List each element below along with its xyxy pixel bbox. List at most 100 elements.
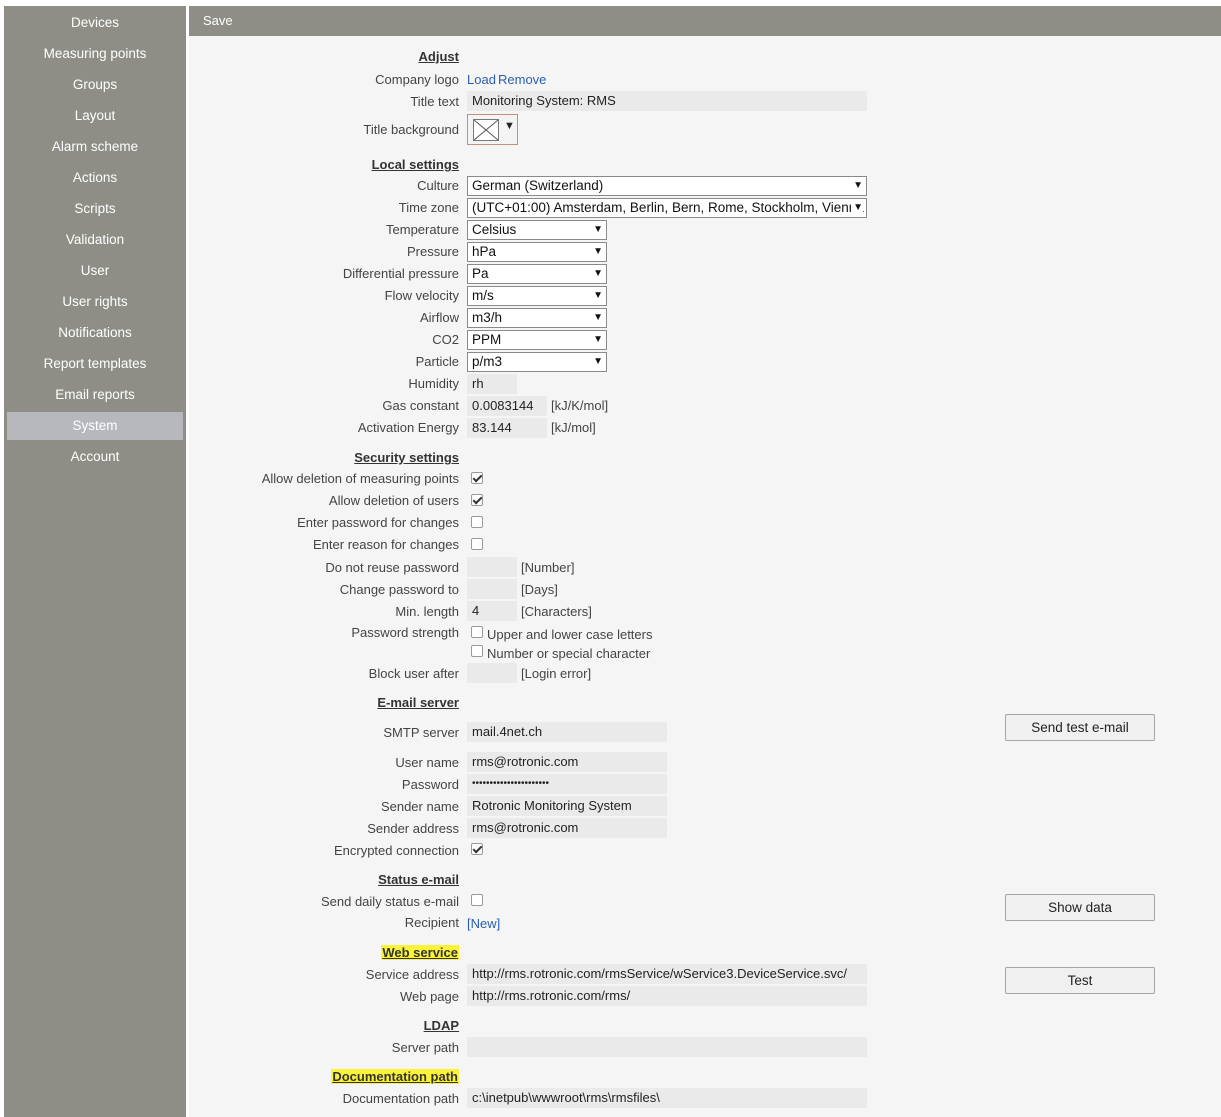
- section-status-email-heading: Status e-mail: [378, 872, 459, 887]
- humidity-input[interactable]: rh: [467, 374, 517, 394]
- smtp-server-label: SMTP server: [383, 725, 459, 740]
- sidebar-item-email-reports[interactable]: Email reports: [7, 381, 183, 409]
- service-address-input[interactable]: http://rms.rotronic.com/rmsService/wServ…: [467, 964, 867, 984]
- airflow-select[interactable]: m3/h ▼: [467, 308, 607, 328]
- section-web-service-heading: Web service: [381, 945, 459, 960]
- allow-delete-measuring-points-checkbox[interactable]: [471, 472, 483, 484]
- username-label: User name: [395, 755, 459, 770]
- differential-pressure-value: Pa: [472, 266, 489, 281]
- password-strength-label: Password strength: [351, 625, 459, 640]
- password-input[interactable]: ••••••••••••••••••••••: [467, 774, 667, 794]
- humidity-label: Humidity: [408, 376, 459, 391]
- gas-constant-unit: [kJ/K/mol]: [551, 398, 609, 413]
- enter-reason-label: Enter reason for changes: [313, 537, 459, 552]
- number-special-checkbox[interactable]: [471, 645, 483, 657]
- activation-energy-unit: [kJ/mol]: [551, 420, 596, 435]
- pressure-select[interactable]: hPa ▼: [467, 242, 607, 262]
- chevron-down-icon: ▼: [591, 353, 603, 371]
- sidebar-item-system[interactable]: System: [7, 412, 183, 440]
- sender-address-input[interactable]: rms@rotronic.com: [467, 818, 667, 838]
- flow-velocity-select[interactable]: m/s ▼: [467, 286, 607, 306]
- sidebar-item-notifications[interactable]: Notifications: [7, 319, 183, 347]
- allow-delete-users-checkbox[interactable]: [471, 494, 483, 506]
- load-logo-link[interactable]: Load: [467, 72, 496, 87]
- save-button[interactable]: Save: [203, 6, 233, 36]
- particle-select[interactable]: p/m3 ▼: [467, 352, 607, 372]
- sidebar: Devices Measuring points Groups Layout A…: [4, 6, 186, 1117]
- sidebar-item-devices[interactable]: Devices: [7, 9, 183, 37]
- toolbar: Save: [189, 6, 1221, 36]
- username-input[interactable]: rms@rotronic.com: [467, 752, 667, 772]
- new-recipient-link[interactable]: [New]: [467, 916, 500, 931]
- min-length-label: Min. length: [395, 604, 459, 619]
- documentation-path-input[interactable]: c:\inetpub\wwwroot\rms\rmsfiles\: [467, 1088, 867, 1108]
- daily-status-label: Send daily status e-mail: [320, 894, 459, 909]
- sidebar-item-user[interactable]: User: [7, 257, 183, 285]
- pressure-label: Pressure: [406, 244, 459, 259]
- title-background-picker[interactable]: ▼: [467, 114, 518, 145]
- test-button[interactable]: Test: [1005, 967, 1155, 994]
- documentation-path-heading-text: Documentation path: [331, 1069, 459, 1084]
- daily-status-checkbox[interactable]: [471, 894, 483, 906]
- chevron-down-icon: ▼: [591, 287, 603, 305]
- particle-label: Particle: [415, 354, 459, 369]
- section-documentation-path-heading: Documentation path: [331, 1069, 459, 1084]
- change-password-input[interactable]: [467, 579, 517, 599]
- remove-logo-link[interactable]: Remove: [498, 72, 546, 87]
- web-service-heading-text: Web service: [381, 945, 459, 960]
- co2-label: CO2: [432, 332, 459, 347]
- upper-lower-case-checkbox[interactable]: [471, 626, 483, 638]
- gas-constant-input[interactable]: 0.0083144: [467, 396, 547, 416]
- documentation-path-label: Documentation path: [342, 1091, 459, 1106]
- culture-label: Culture: [417, 178, 459, 193]
- sidebar-item-scripts[interactable]: Scripts: [7, 195, 183, 223]
- server-path-input[interactable]: [467, 1037, 867, 1057]
- enter-password-checkbox[interactable]: [471, 516, 483, 528]
- show-data-button[interactable]: Show data: [1005, 894, 1155, 921]
- web-page-label: Web page: [399, 989, 459, 1004]
- differential-pressure-select[interactable]: Pa ▼: [467, 264, 607, 284]
- no-color-swatch-icon: [473, 119, 499, 141]
- chevron-down-icon: ▼: [851, 177, 863, 195]
- enter-reason-checkbox[interactable]: [471, 538, 483, 550]
- co2-select[interactable]: PPM ▼: [467, 330, 607, 350]
- send-test-email-button[interactable]: Send test e-mail: [1005, 714, 1155, 741]
- sidebar-item-measuring-points[interactable]: Measuring points: [7, 40, 183, 68]
- temperature-select[interactable]: Celsius ▼: [467, 220, 607, 240]
- sidebar-item-groups[interactable]: Groups: [7, 71, 183, 99]
- no-reuse-password-unit: [Number]: [521, 560, 575, 575]
- title-text-input[interactable]: Monitoring System: RMS: [467, 91, 867, 111]
- sidebar-item-user-rights[interactable]: User rights: [7, 288, 183, 316]
- web-page-input[interactable]: http://rms.rotronic.com/rms/: [467, 986, 867, 1006]
- airflow-label: Airflow: [419, 310, 459, 325]
- sidebar-item-validation[interactable]: Validation: [7, 226, 183, 254]
- block-user-input[interactable]: [467, 663, 517, 683]
- min-length-input[interactable]: 4: [467, 601, 517, 621]
- particle-value: p/m3: [472, 354, 503, 369]
- sidebar-item-report-templates[interactable]: Report templates: [7, 350, 183, 378]
- sidebar-item-layout[interactable]: Layout: [7, 102, 183, 130]
- sidebar-item-actions[interactable]: Actions: [7, 164, 183, 192]
- no-reuse-password-input[interactable]: [467, 557, 517, 577]
- sidebar-item-account[interactable]: Account: [7, 443, 183, 471]
- upper-lower-case-label: Upper and lower case letters: [487, 627, 653, 642]
- allow-delete-measuring-points-label: Allow deletion of measuring points: [261, 471, 459, 486]
- culture-select[interactable]: German (Switzerland) ▼: [467, 176, 867, 196]
- allow-delete-users-label: Allow deletion of users: [328, 493, 459, 508]
- chevron-down-icon: ▼: [591, 265, 603, 283]
- timezone-value: (UTC+01:00) Amsterdam, Berlin, Bern, Rom…: [472, 200, 864, 215]
- flow-velocity-value: m/s: [472, 288, 494, 303]
- sidebar-item-alarm-scheme[interactable]: Alarm scheme: [7, 133, 183, 161]
- sender-name-input[interactable]: Rotronic Monitoring System: [467, 796, 667, 816]
- timezone-select[interactable]: (UTC+01:00) Amsterdam, Berlin, Bern, Rom…: [467, 198, 867, 218]
- culture-value: German (Switzerland): [472, 178, 604, 193]
- change-password-label: Change password to: [339, 582, 459, 597]
- title-text-label: Title text: [410, 94, 459, 109]
- encrypted-connection-checkbox[interactable]: [471, 843, 483, 855]
- smtp-server-input[interactable]: mail.4net.ch: [467, 722, 667, 742]
- section-adjust-heading: Adjust: [418, 49, 459, 64]
- activation-energy-input[interactable]: 83.144: [467, 418, 547, 438]
- flow-velocity-label: Flow velocity: [384, 288, 459, 303]
- no-reuse-password-label: Do not reuse password: [325, 560, 459, 575]
- chevron-down-icon: ▼: [851, 199, 863, 217]
